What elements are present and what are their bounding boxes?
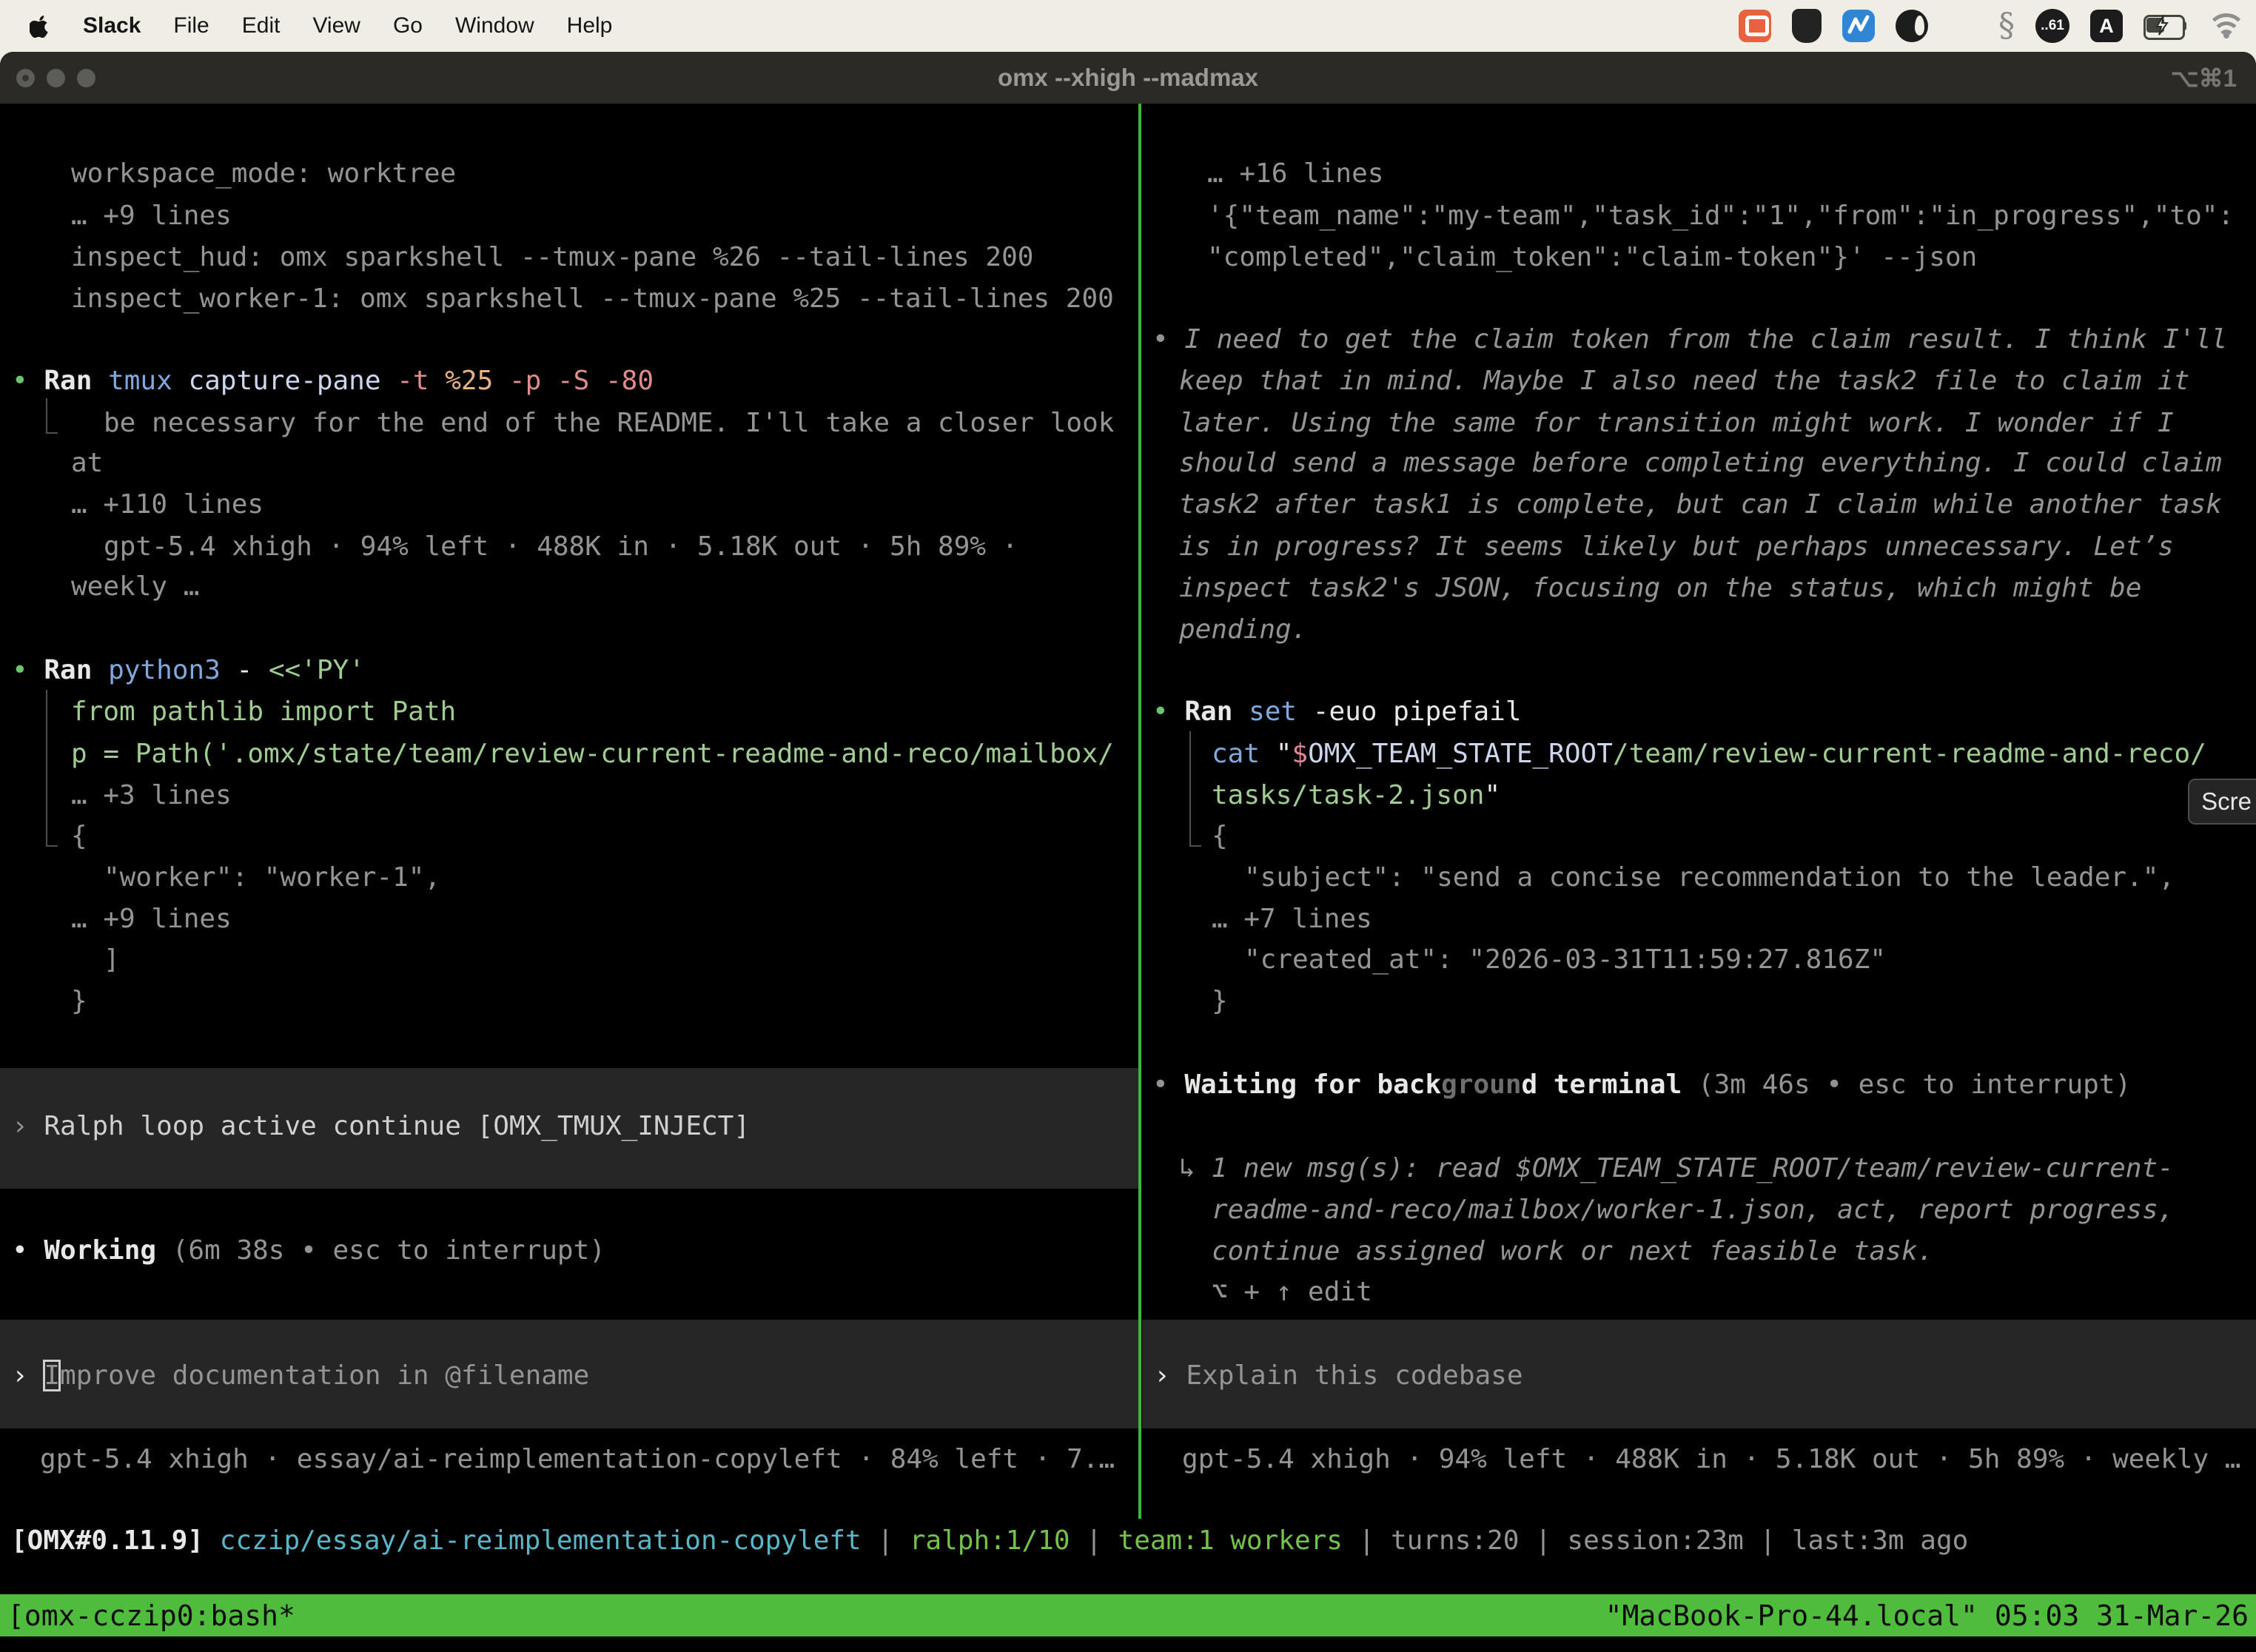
terminal-line: keep that in mind. Maybe I also need the… <box>1179 360 2189 402</box>
thinking-text: • I need to get the claim token from the… <box>1152 319 2227 360</box>
output-connector <box>1189 731 1201 847</box>
terminal-line: ] <box>104 939 120 981</box>
squiggle-icon[interactable]: § <box>1998 10 2015 42</box>
menu-item-edit[interactable]: Edit <box>242 13 281 38</box>
terminal-line: … +9 lines <box>71 195 232 237</box>
terminal-line: continue assigned work or next feasible … <box>1212 1231 1933 1272</box>
terminal-line: weekly … <box>71 566 199 608</box>
menu-status-icons: § ..61 A <box>1739 9 2256 43</box>
terminal-line: inspect_worker-1: omx sparkshell --tmux-… <box>71 278 1114 320</box>
mailbox-message: ↳ 1 new msg(s): read $OMX_TEAM_STATE_ROO… <box>1179 1148 2174 1189</box>
model-status-right: gpt-5.4 xhigh · 94% left · 488K in · 5.1… <box>1182 1439 2240 1480</box>
terminal-line: … +3 lines <box>71 775 232 816</box>
zigzag-glyph <box>1842 10 1875 42</box>
terminal-line: tasks/task-2.json" <box>1212 775 1500 816</box>
terminal-line: } <box>1212 981 1228 1022</box>
ran-tmux-command: • Ran tmux capture-pane -t %25 -p -S -80 <box>12 360 654 402</box>
apple-icon <box>30 14 50 38</box>
menu-item-file[interactable]: File <box>173 13 209 38</box>
terminal-line: workspace_mode: worktree <box>71 153 456 195</box>
ralph-inject-line: › Ralph loop active continue [OMX_TMUX_I… <box>12 1106 750 1147</box>
terminal-content: Scre workspace_mode: worktree… +9 linesi… <box>0 104 2256 1652</box>
window-shortcut: ⌥⌘1 <box>2171 52 2237 104</box>
prompt-line-left: › Improve documentation in @filename <box>12 1355 589 1397</box>
menu-item-view[interactable]: View <box>312 13 360 38</box>
terminal-line: task2 after task1 is complete, but can I… <box>1179 484 2222 526</box>
screenshot-tooltip: Scre <box>2188 779 2256 825</box>
working-status-line: • Working (6m 38s • esc to interrupt) <box>12 1230 605 1272</box>
terminal-line: be necessary for the end of the README. … <box>104 403 1114 444</box>
ran-python-command: • Ran python3 - <<'PY' <box>12 650 365 691</box>
terminal-line: "created_at": "2026-03-31T11:59:27.816Z" <box>1244 939 1886 981</box>
window-title: omx --xhigh --madmax <box>0 64 2256 92</box>
terminal-line: later. Using the same for transition mig… <box>1179 403 2174 444</box>
terminal-line: "worker": "worker-1", <box>104 857 440 899</box>
apple-menu-icon[interactable] <box>30 14 50 38</box>
text-cursor: I <box>44 1360 60 1391</box>
charging-bolt-icon <box>2152 14 2172 36</box>
wifi-icon[interactable] <box>2209 12 2244 40</box>
waiting-status-line: • Waiting for background terminal (3m 46… <box>1152 1064 2131 1106</box>
pane-divider[interactable] <box>1138 104 1141 1519</box>
menu-item-go[interactable]: Go <box>393 13 423 38</box>
tmux-host-clock: "MacBook-Pro-44.local" 05:03 31-Mar-26 <box>1605 1599 2249 1632</box>
blue-badge-icon[interactable] <box>1842 10 1875 42</box>
terminal-line: "subject": "send a concise recommendatio… <box>1244 857 2175 899</box>
terminal-line: cat "$OMX_TEAM_STATE_ROOT/team/review-cu… <box>1212 733 2206 775</box>
input-source-icon[interactable]: A <box>2090 10 2123 42</box>
prompt-line-right: › Explain this codebase <box>1154 1355 1523 1397</box>
terminal-line: { <box>1212 816 1228 857</box>
terminal-line: readme-and-reco/mailbox/worker-1.json, a… <box>1212 1189 2174 1231</box>
chat-app-icon[interactable] <box>1739 10 1771 42</box>
terminal-window: omx --xhigh --madmax ⌥⌘1 Scre workspace_… <box>0 52 2256 1652</box>
terminal-line: inspect_hud: omx sparkshell --tmux-pane … <box>71 237 1033 278</box>
terminal-line: pending. <box>1179 609 1307 651</box>
menu-bar: Slack File Edit View Go Window Help § ..61 A <box>0 0 2256 52</box>
terminal-line: … +7 lines <box>1212 899 1372 940</box>
circle-badge-61[interactable]: ..61 <box>2035 9 2069 43</box>
terminal-line: gpt-5.4 xhigh · 94% left · 488K in · 5.1… <box>104 526 1018 568</box>
pie-crescent-icon[interactable] <box>1896 10 1928 42</box>
terminal-line: at <box>71 443 103 484</box>
window-titlebar[interactable]: omx --xhigh --madmax ⌥⌘1 <box>0 52 2256 104</box>
omx-status-line: [OMX#0.11.9] cczip/essay/ai-reimplementa… <box>11 1520 1968 1562</box>
battery-icon[interactable] <box>2143 15 2188 37</box>
terminal-line: { <box>71 816 87 857</box>
menu-item-slack[interactable]: Slack <box>83 13 141 38</box>
terminal-line: p = Path('.omx/state/team/review-current… <box>71 733 1114 775</box>
terminal-line: from pathlib import Path <box>71 691 456 733</box>
tmux-status-bar: [omx-cczip0:bash* "MacBook-Pro-44.local"… <box>0 1594 2256 1636</box>
terminal-line: should send a message before completing … <box>1179 443 2222 484</box>
terminal-line: inspect task2's JSON, focusing on the st… <box>1179 568 2141 609</box>
terminal-line: is in progress? It seems likely but perh… <box>1179 526 2174 568</box>
tmux-session-label: [omx-cczip0:bash* <box>7 1599 295 1632</box>
menu-items: Slack File Edit View Go Window Help <box>83 13 612 38</box>
output-connector <box>46 690 58 847</box>
terminal-line: "completed","claim_token":"claim-token"}… <box>1207 237 1977 278</box>
shield-grid-icon[interactable] <box>1792 9 1822 43</box>
terminal-line: '{"team_name":"my-team","task_id":"1","f… <box>1207 195 2234 237</box>
menu-item-window[interactable]: Window <box>455 13 534 38</box>
terminal-line: } <box>71 981 87 1022</box>
terminal-line: … +110 lines <box>71 484 263 526</box>
terminal-line: … +9 lines <box>71 899 232 940</box>
terminal-line: … +16 lines <box>1207 153 1383 195</box>
output-connector <box>46 398 58 434</box>
ran-set-command: • Ran set -euo pipefail <box>1152 691 1522 733</box>
model-status-left: gpt-5.4 xhigh · essay/ai-reimplementatio… <box>40 1439 1115 1480</box>
edit-hint: ⌥ + ↑ edit <box>1212 1272 1372 1313</box>
menu-item-help[interactable]: Help <box>567 13 613 38</box>
grid-dots-icon[interactable] <box>1949 12 1978 41</box>
